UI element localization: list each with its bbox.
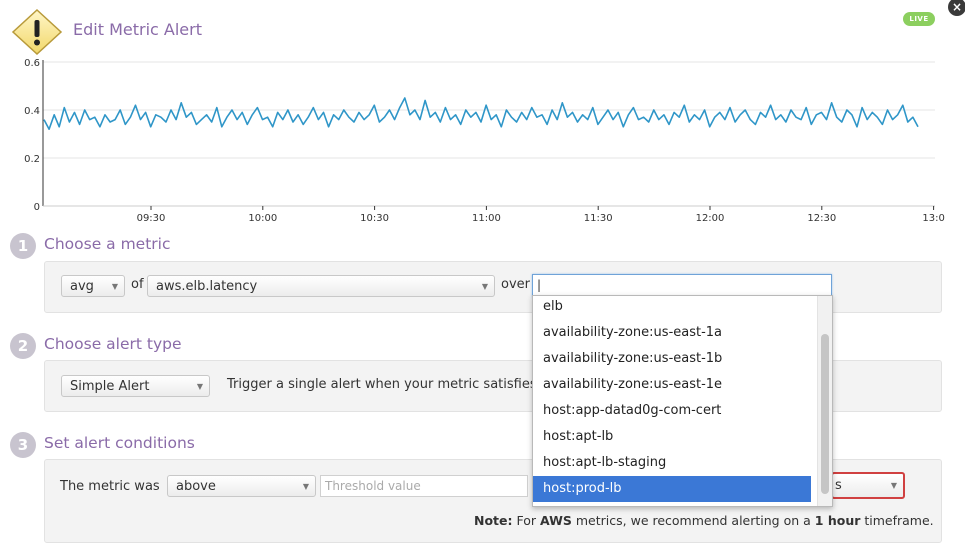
dropdown-item[interactable]: host:prod-lb [533, 476, 811, 502]
dropdown-list: elb availability-zone:us-east-1a availabil… [533, 296, 832, 502]
y-tick-label: 0.2 [24, 154, 40, 165]
x-tick-label: 10:30 [360, 213, 389, 224]
step-3-title: Set alert conditions [44, 434, 195, 452]
metric-select[interactable]: aws.elb.latency ▼ [147, 275, 495, 297]
dropdown-item[interactable]: elb [533, 296, 811, 320]
chevron-down-icon: ▼ [890, 481, 897, 490]
timeframe-value: s [835, 478, 842, 493]
step-1-number: 1 [10, 233, 36, 259]
dropdown-item[interactable]: host:apt-lb-staging [533, 450, 811, 476]
chevron-down-icon: ▼ [196, 382, 203, 391]
y-tick-label: 0.4 [24, 106, 40, 117]
close-button[interactable]: × [948, 0, 965, 16]
page-title: Edit Metric Alert [73, 20, 202, 39]
metric-value: aws.elb.latency [156, 279, 258, 294]
over-label: over [501, 277, 530, 292]
chevron-down-icon: ▼ [111, 282, 118, 291]
note-prefix: Note: [474, 513, 513, 528]
note-aws: AWS [540, 513, 572, 528]
chevron-down-icon: ▼ [481, 282, 488, 291]
latency-series-line [43, 97, 919, 130]
aggregator-select[interactable]: avg ▼ [61, 275, 125, 297]
threshold-input[interactable]: Threshold value [320, 475, 528, 497]
comparator-value: above [176, 479, 216, 494]
note-text: For [512, 513, 540, 528]
step-2-number: 2 [10, 333, 36, 359]
dropdown-item[interactable]: host:apt-lb [533, 424, 811, 450]
chevron-down-icon: ▼ [302, 482, 309, 491]
of-label: of [131, 277, 144, 292]
note-text: timeframe. [860, 513, 934, 528]
step-2-title: Choose alert type [44, 335, 182, 353]
x-tick-label: 09:30 [137, 213, 166, 224]
note-hour: 1 hour [814, 513, 861, 528]
dropdown-item[interactable]: host:app-datad0g-com-cert [533, 398, 811, 424]
x-tick-label: 11:30 [584, 213, 613, 224]
step-3-number: 3 [10, 432, 36, 458]
dropdown-scrollbar[interactable] [817, 296, 832, 506]
x-tick-label: 12:00 [696, 213, 725, 224]
threshold-placeholder: Threshold value [325, 479, 421, 493]
step-1-title: Choose a metric [44, 235, 171, 253]
over-dropdown: elb availability-zone:us-east-1a availabil… [532, 295, 833, 507]
x-tick-label: 13:0 [922, 213, 944, 224]
metric-was-label: The metric was [60, 479, 160, 494]
timeframe-select[interactable]: s ▼ [831, 472, 905, 499]
alert-type-select[interactable]: Simple Alert ▼ [61, 375, 210, 397]
y-tick-label: 0 [34, 202, 40, 213]
aggregator-value: avg [70, 279, 94, 294]
note-text: metrics, we recommend alerting on a [571, 513, 815, 528]
alert-type-value: Simple Alert [70, 379, 150, 394]
timeframe-note: Note: For AWS metrics, we recommend aler… [474, 513, 934, 528]
x-tick-label: 12:30 [807, 213, 836, 224]
live-badge: LIVE [903, 12, 935, 26]
alert-type-description: Trigger a single alert when your metric … [227, 377, 537, 392]
warning-icon [11, 8, 63, 56]
dropdown-item[interactable]: availability-zone:us-east-1e [533, 372, 811, 398]
dropdown-item[interactable]: availability-zone:us-east-1a [533, 320, 811, 346]
y-tick-label: 0.6 [24, 58, 40, 69]
x-tick-label: 11:00 [472, 213, 501, 224]
metric-chart: 0.6 0.4 0.2 0 09:30 10:00 10:30 11:00 11:30 12:00… [24, 58, 945, 224]
dropdown-item[interactable]: availability-zone:us-east-1b [533, 346, 811, 372]
comparator-select[interactable]: above ▼ [167, 475, 316, 497]
scrollbar-thumb[interactable] [821, 334, 829, 494]
x-tick-label: 10:00 [248, 213, 277, 224]
